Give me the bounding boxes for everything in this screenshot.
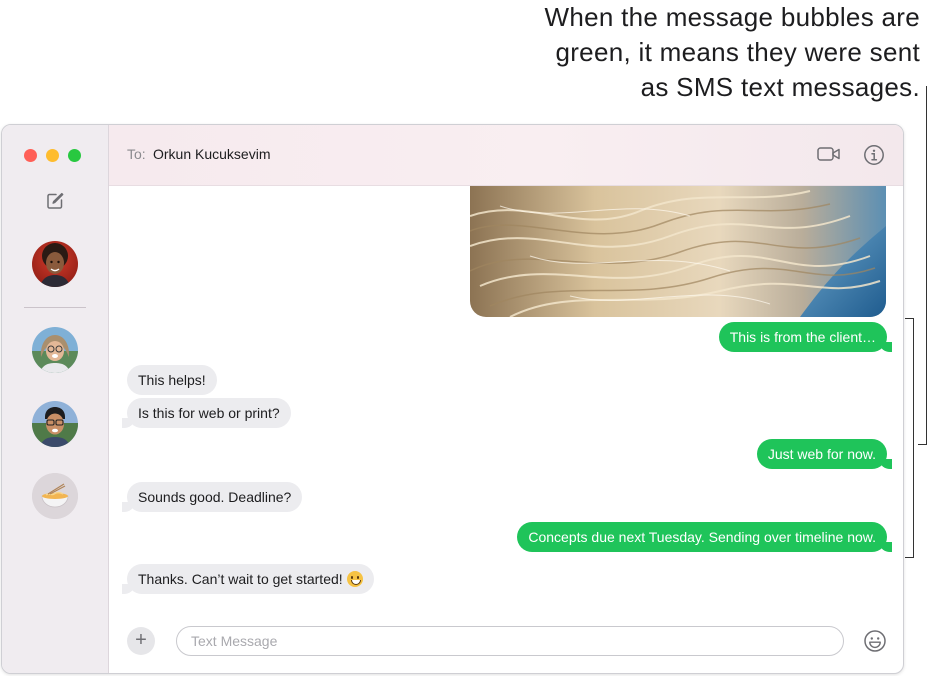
avatar-man-glasses[interactable] [32,401,78,447]
message-incoming[interactable]: This helps! [127,365,217,395]
callout-line-1: When the message bubbles are [544,2,920,32]
conversation-header: To: Orkun Kucuksevim [109,125,903,186]
zoom-window-button[interactable] [68,149,81,162]
sidebar [2,125,109,673]
attached-photo[interactable] [470,186,886,317]
compose-icon[interactable] [45,191,65,211]
close-window-button[interactable] [24,149,37,162]
message-text: Concepts due next Tuesday. Sending over … [528,529,876,545]
info-icon[interactable] [863,144,885,166]
message-text: This is from the client… [729,329,876,345]
sidebar-divider [24,307,86,308]
message-incoming[interactable]: Is this for web or print? [122,398,291,428]
callout-leader-vertical [926,86,927,444]
message-outgoing[interactable]: Concepts due next Tuesday. Sending over … [517,522,892,552]
emoji-picker-icon[interactable] [863,629,887,653]
recipient-name[interactable]: Orkun Kucuksevim [153,146,270,162]
callout-bracket-vertical [913,318,914,558]
message-outgoing[interactable]: This is from the client… [718,322,893,352]
apps-plus-button[interactable]: + [127,627,155,655]
message-outgoing[interactable]: Just web for now. [756,439,893,469]
conversation-transcript: This is from the client… This helps! Is … [109,186,903,673]
message-text: Sounds good. Deadline? [138,489,292,505]
avatar-orkun[interactable] [32,241,78,287]
callout-line-3: as SMS text messages. [640,72,920,102]
avatar-noodles[interactable] [32,473,78,519]
message-text: Is this for web or print? [138,405,280,421]
messages-window: To: Orkun Kucuksevim This is from the cl… [1,124,904,674]
message-text: Just web for now. [767,446,876,462]
video-icon[interactable] [817,145,841,163]
message-text: Thanks. Can’t wait to get started! [138,571,343,587]
callout-bracket-bottom [905,557,914,558]
message-composer: + [109,609,903,673]
grinning-emoji-icon [346,571,363,587]
callout-leader-stub [918,444,927,445]
minimize-window-button[interactable] [46,149,59,162]
callout-bracket-top [905,318,914,319]
message-text: This helps! [138,372,206,388]
avatar-woman-glasses[interactable] [32,327,78,373]
message-input[interactable] [176,626,844,656]
callout-line-2: green, it means they were sent [555,37,920,67]
sms-callout: When the message bubbles are green, it m… [480,0,920,105]
message-incoming[interactable]: Thanks. Can’t wait to get started! [122,564,374,594]
message-incoming[interactable]: Sounds good. Deadline? [121,482,303,512]
to-label: To: [127,146,146,162]
